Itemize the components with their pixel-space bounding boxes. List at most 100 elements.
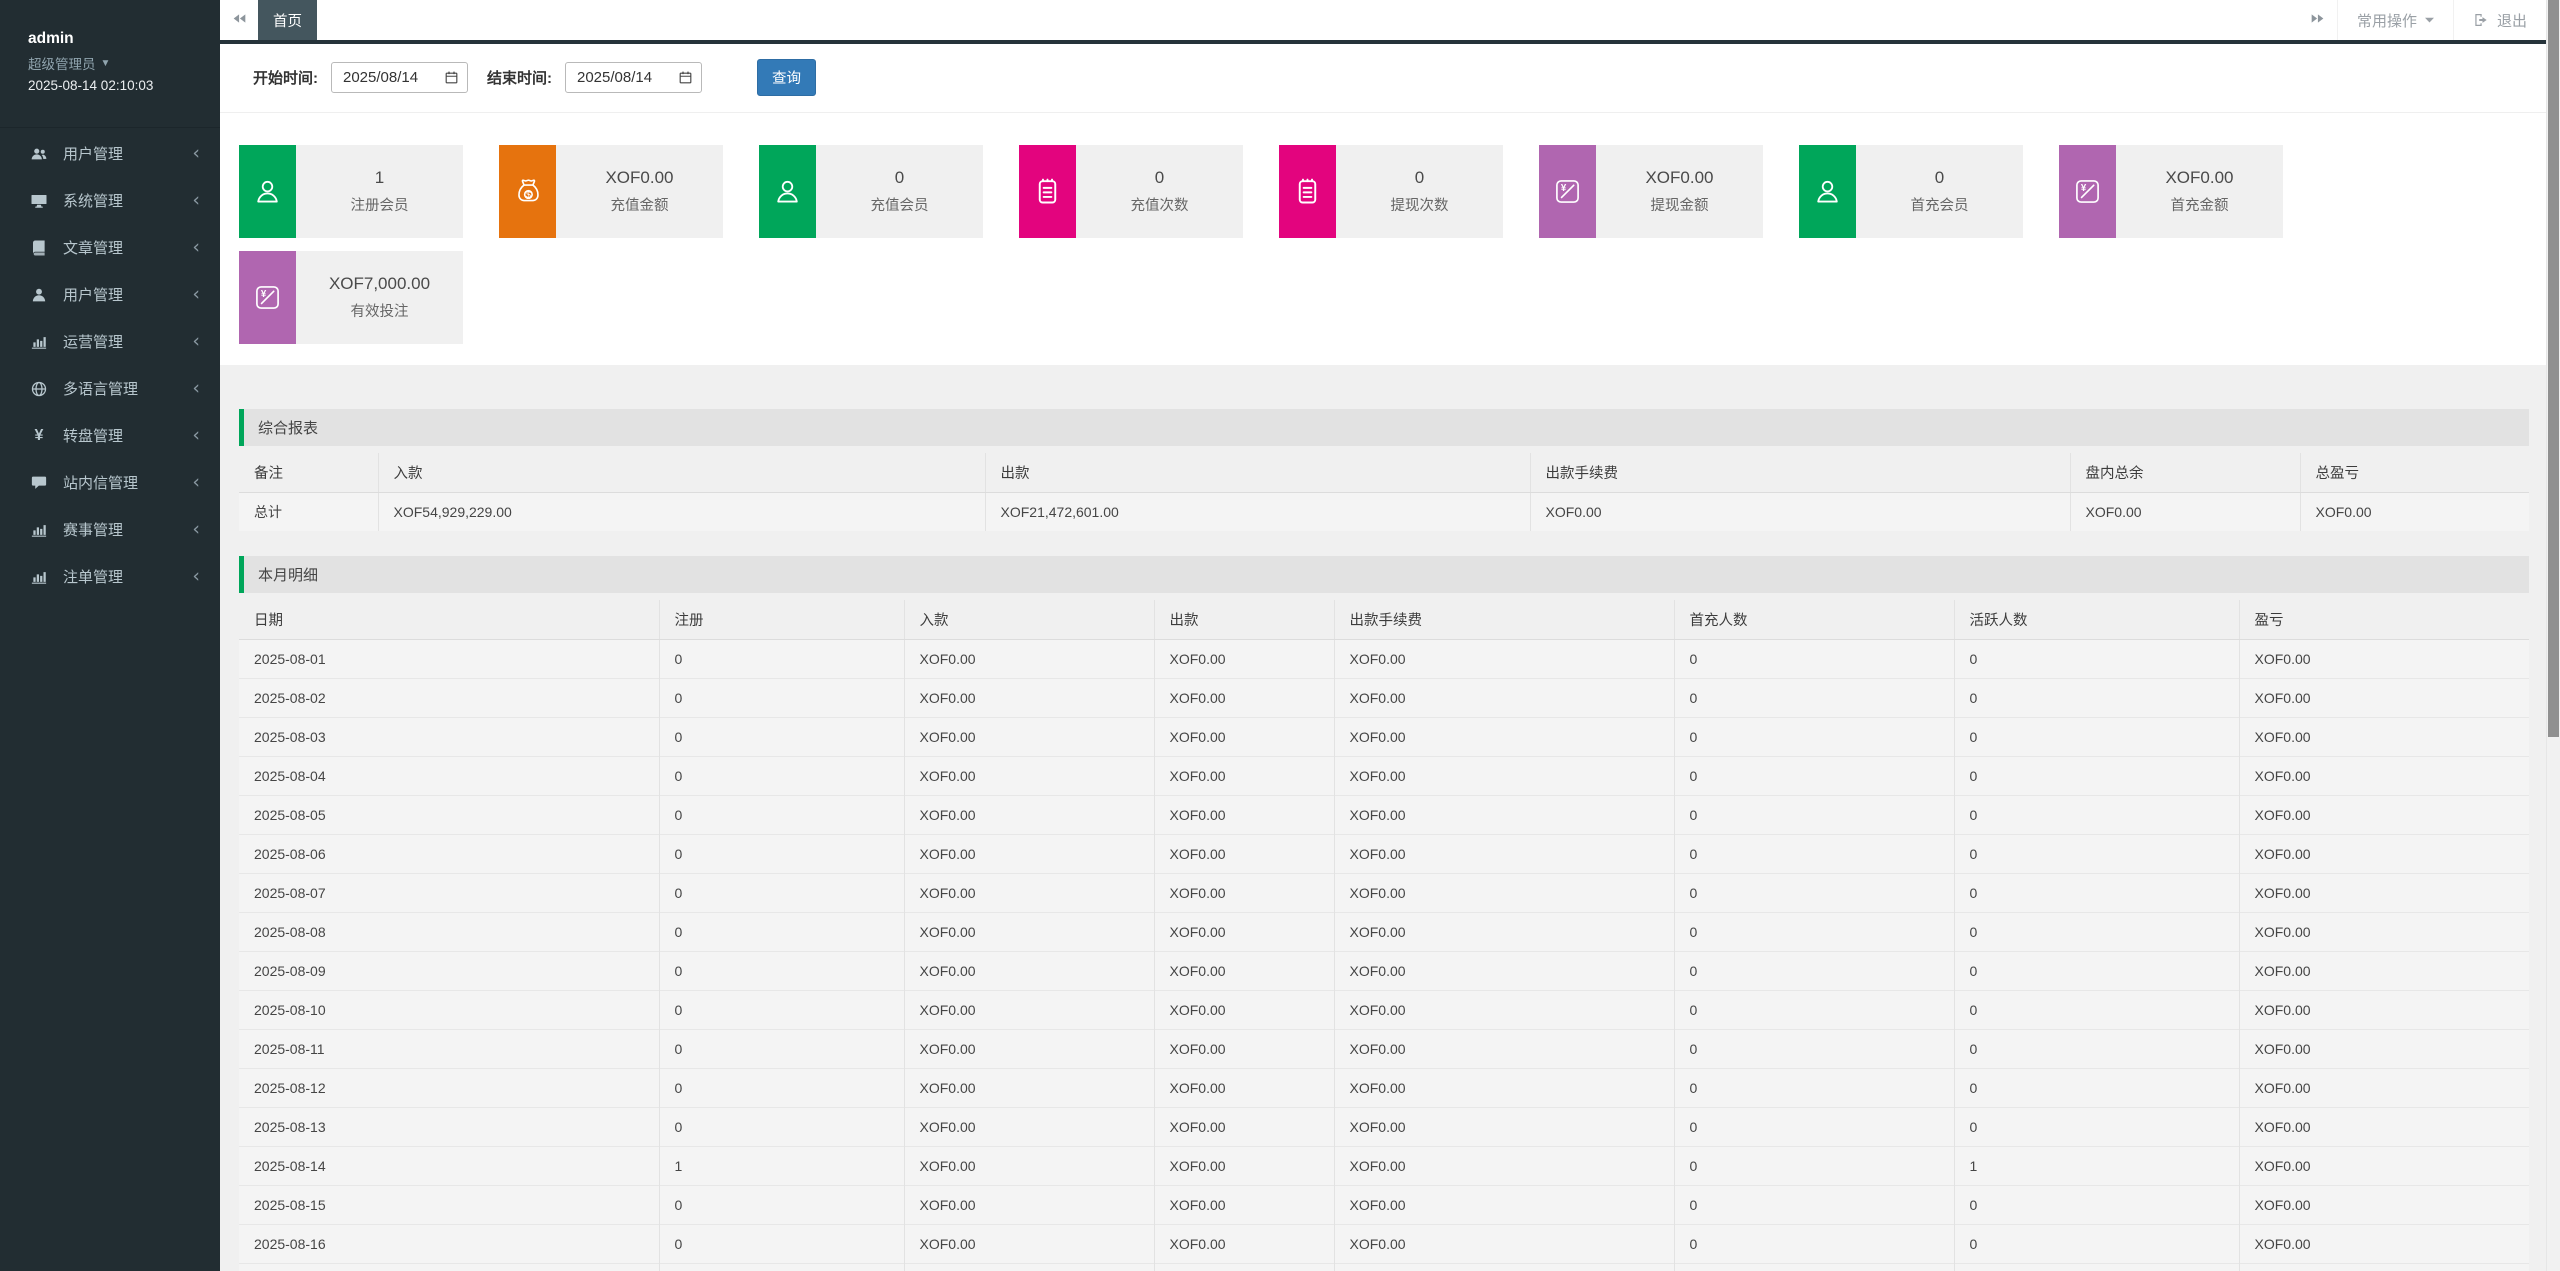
- cell: XOF0.00: [2239, 795, 2529, 834]
- sidebar-item-user-admin[interactable]: 用户管理‹: [0, 130, 220, 177]
- stat-card-recharge-amount: $XOF0.00充值金额: [499, 145, 723, 238]
- sidebar-item-language[interactable]: 多语言管理‹: [0, 365, 220, 412]
- users-icon: [28, 144, 50, 163]
- calendar-icon[interactable]: [678, 70, 693, 85]
- table-row: 2025-08-160XOF0.00XOF0.00XOF0.0000XOF0.0…: [239, 1224, 2529, 1263]
- sidebar-item-member[interactable]: 用户管理‹: [0, 271, 220, 318]
- cell: 0: [659, 678, 904, 717]
- cell: 0: [659, 873, 904, 912]
- cell: XOF0.00: [1154, 834, 1334, 873]
- tab-home[interactable]: 首页: [258, 0, 317, 40]
- sidebar-item-match[interactable]: 赛事管理‹: [0, 506, 220, 553]
- cell: 0: [1954, 912, 2239, 951]
- cell: XOF0.00: [1334, 912, 1674, 951]
- user-role-dropdown[interactable]: 超级管理员 ▼: [28, 53, 220, 73]
- logout-label: 退出: [2497, 10, 2527, 31]
- moneybag-icon: $: [499, 145, 556, 238]
- stat-card-registered-members: 1注册会员: [239, 145, 463, 238]
- cell: 2025-08-07: [239, 873, 659, 912]
- table-row: 总计XOF54,929,229.00XOF21,472,601.00XOF0.0…: [239, 492, 2529, 531]
- cell: 0: [1674, 717, 1954, 756]
- globe-icon: [28, 379, 50, 398]
- stat-card-value: XOF0.00: [605, 168, 673, 188]
- stat-card-withdraw-amount: ¥XOF0.00提现金额: [1539, 145, 1763, 238]
- table-row: 2025-08-010XOF0.00XOF0.00XOF0.0000XOF0.0…: [239, 639, 2529, 678]
- sidebar-item-message[interactable]: 站内信管理‹: [0, 459, 220, 506]
- monthly-table: 日期注册入款出款出款手续费首充人数活跃人数盈亏2025-08-010XOF0.0…: [239, 600, 2529, 1271]
- cell: 2025-08-04: [239, 756, 659, 795]
- cell: 2025-08-17: [239, 1263, 659, 1271]
- page-scrollbar[interactable]: [2546, 0, 2560, 1271]
- column-header: 日期: [239, 600, 659, 639]
- column-header: 首充人数: [1674, 600, 1954, 639]
- sidebar-item-article[interactable]: 文章管理‹: [0, 224, 220, 271]
- book-icon: [28, 238, 50, 257]
- stat-card-value: 0: [1155, 168, 1164, 188]
- logout-button[interactable]: 退出: [2453, 0, 2546, 40]
- cell: 2025-08-02: [239, 678, 659, 717]
- yen-icon: ¥: [28, 426, 50, 445]
- cell: 0: [1954, 1224, 2239, 1263]
- cell: 2025-08-05: [239, 795, 659, 834]
- sidebar-item-label: 文章管理: [63, 237, 192, 258]
- yen-square-icon: ¥: [2059, 145, 2116, 238]
- cell: 0: [1954, 951, 2239, 990]
- cell: XOF0.00: [2239, 717, 2529, 756]
- sidebar-item-wheel[interactable]: ¥转盘管理‹: [0, 412, 220, 459]
- cell: 2025-08-11: [239, 1029, 659, 1068]
- tabs-scroll-left-button[interactable]: [220, 0, 258, 40]
- cell: 0: [1674, 795, 1954, 834]
- sidebar-item-bet-order[interactable]: 注单管理‹: [0, 553, 220, 600]
- cell: XOF0.00: [2239, 1146, 2529, 1185]
- summary-section-bar: 综合报表: [239, 409, 2529, 446]
- table-row: 2025-08-020XOF0.00XOF0.00XOF0.0000XOF0.0…: [239, 678, 2529, 717]
- end-date-input[interactable]: [565, 62, 702, 93]
- sidebar-item-label: 赛事管理: [63, 519, 192, 540]
- search-button[interactable]: 查询: [757, 59, 816, 96]
- cell: XOF0.00: [1334, 1068, 1674, 1107]
- cell: XOF0.00: [904, 1146, 1154, 1185]
- sidebar-item-label: 转盘管理: [63, 425, 192, 446]
- calendar-icon[interactable]: [444, 70, 459, 85]
- chevron-left-icon: ‹: [192, 473, 200, 492]
- cell: XOF0.00: [1154, 912, 1334, 951]
- cell: 2025-08-03: [239, 717, 659, 756]
- start-date-input[interactable]: [331, 62, 468, 93]
- stat-card-body: 0首充会员: [1856, 145, 2023, 238]
- cell: XOF0.00: [1334, 1146, 1674, 1185]
- user-icon: [28, 285, 50, 304]
- sidebar-item-label: 用户管理: [63, 284, 192, 305]
- scrollbar-thumb[interactable]: [2548, 0, 2559, 737]
- cell: XOF0.00: [2239, 1263, 2529, 1271]
- sidebar-item-label: 运营管理: [63, 331, 192, 352]
- tabs-scroll-right-button[interactable]: [2299, 0, 2337, 40]
- sidebar-item-system[interactable]: 系统管理‹: [0, 177, 220, 224]
- quick-actions-dropdown[interactable]: 常用操作: [2337, 0, 2453, 40]
- backward-icon: [232, 11, 247, 29]
- cell: XOF0.00: [1334, 639, 1674, 678]
- end-date-value[interactable]: [577, 69, 674, 86]
- cell: 2025-08-06: [239, 834, 659, 873]
- cell: 0: [659, 951, 904, 990]
- stat-card-valid-bets: ¥XOF7,000.00有效投注: [239, 251, 463, 344]
- stat-card-value: 0: [1935, 168, 1944, 188]
- cell: XOF0.00: [1154, 717, 1334, 756]
- cell: XOF0.00: [2239, 1029, 2529, 1068]
- cell: XOF21,472,601.00: [985, 492, 1530, 531]
- cell: 0: [1674, 912, 1954, 951]
- table-row: 2025-08-080XOF0.00XOF0.00XOF0.0000XOF0.0…: [239, 912, 2529, 951]
- cell: 2025-08-12: [239, 1068, 659, 1107]
- table-row: 2025-08-141XOF0.00XOF0.00XOF0.0001XOF0.0…: [239, 1146, 2529, 1185]
- sidebar-item-operation[interactable]: 运营管理‹: [0, 318, 220, 365]
- cell: XOF0.00: [1334, 873, 1674, 912]
- cell: XOF0.00: [2239, 639, 2529, 678]
- cell: XOF0.00: [1154, 678, 1334, 717]
- stat-card-body: XOF7,000.00有效投注: [296, 251, 463, 344]
- cell: 0: [659, 1029, 904, 1068]
- cell: 0: [1954, 1185, 2239, 1224]
- main-area: 首页 常用操作 退出 开始时间: 结束时间:: [220, 0, 2546, 1271]
- cell: XOF0.00: [1334, 795, 1674, 834]
- cell: 0: [659, 756, 904, 795]
- start-date-value[interactable]: [343, 69, 440, 86]
- cell: XOF0.00: [2239, 1185, 2529, 1224]
